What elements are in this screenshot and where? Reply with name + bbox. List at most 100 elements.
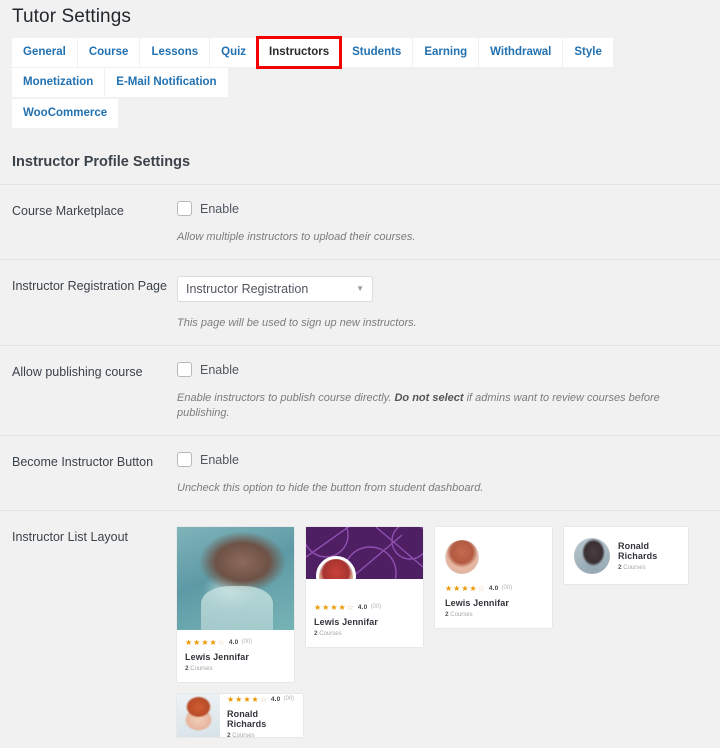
checkbox-label: Enable xyxy=(200,363,239,377)
rating-stars: ★ ★ ★ ★ ☆ 4.0 (00) xyxy=(227,695,297,704)
instructor-name: Ronald Richards xyxy=(618,541,678,561)
hint-part-before: Enable instructors to publish course dir… xyxy=(177,392,394,404)
card-info: Ronald Richards 2 Courses xyxy=(618,541,678,571)
star-empty-icon: ☆ xyxy=(478,585,485,593)
tab-label: General xyxy=(23,46,66,58)
instructor-courses: 2 Courses xyxy=(227,732,297,737)
tab-label: E-Mail Notification xyxy=(116,76,216,88)
setting-row-course-marketplace: Course Marketplace Enable Allow multiple… xyxy=(0,184,720,259)
tab-woocommerce[interactable]: WooCommerce xyxy=(12,99,118,128)
star-filled-icon: ★ xyxy=(201,639,208,647)
layout-card-horizontal-plain[interactable]: Ronald Richards 2 Courses xyxy=(564,527,688,584)
star-filled-icon: ★ xyxy=(243,696,250,704)
star-filled-icon: ★ xyxy=(470,585,477,593)
layout-card-avatar-top[interactable]: ★ ★ ★ ★ ☆ 4.0 (00) Lewis Jennifar 2 Cour… xyxy=(435,527,552,628)
layout-card-cover-vertical[interactable]: ★ ★ ★ ★ ☆ 4.0 (00) Lewis Jennifar 2 Cour… xyxy=(177,527,294,682)
rating-value: 4.0 xyxy=(489,584,499,593)
tab-label: Quiz xyxy=(221,46,246,58)
tab-course[interactable]: Course xyxy=(78,38,140,67)
layout-options-row-2: ★ ★ ★ ★ ☆ 4.0 (00) Ronald Richards 2 Cou… xyxy=(177,694,717,737)
setting-row-registration-page: Instructor Registration Page Instructor … xyxy=(0,259,720,345)
rating-value: 4.0 xyxy=(229,638,239,647)
courses-label: Courses xyxy=(449,612,473,618)
settings-tab-bar: General Course Lessons Quiz Instructors … xyxy=(0,30,700,128)
tab-students[interactable]: Students xyxy=(341,38,412,67)
star-filled-icon: ★ xyxy=(445,585,452,593)
settings-page: Tutor Settings General Course Lessons Qu… xyxy=(0,0,720,748)
layout-card-horizontal-rating[interactable]: ★ ★ ★ ★ ☆ 4.0 (00) Ronald Richards 2 Cou… xyxy=(177,694,303,737)
star-empty-icon: ☆ xyxy=(218,639,225,647)
tab-style[interactable]: Style xyxy=(563,38,613,67)
setting-field: Enable Uncheck this option to hide the b… xyxy=(169,452,710,496)
setting-row-list-layout: Instructor List Layout ★ ★ ★ ★ ☆ xyxy=(0,510,720,748)
star-filled-icon: ★ xyxy=(227,696,234,704)
setting-row-become-instructor: Become Instructor Button Enable Uncheck … xyxy=(0,435,720,510)
tab-earning[interactable]: Earning xyxy=(413,38,478,67)
setting-field: Instructor Registration ▼ This page will… xyxy=(169,276,710,331)
rating-stars: ★ ★ ★ ★ ☆ 4.0 (00) xyxy=(445,584,544,593)
tab-label: Earning xyxy=(424,46,467,58)
instructor-name: Lewis Jennifar xyxy=(314,617,415,627)
star-filled-icon: ★ xyxy=(235,696,242,704)
tab-label: Monetization xyxy=(23,76,93,88)
avatar-wrap xyxy=(435,527,552,578)
tab-quiz[interactable]: Quiz xyxy=(210,38,257,67)
rating-count: (00) xyxy=(502,584,513,593)
layout-card-purple-banner[interactable]: ★ ★ ★ ★ ☆ 4.0 (00) Lewis Jennifar 2 Cour… xyxy=(306,527,423,647)
star-filled-icon: ★ xyxy=(339,604,346,612)
tab-label: Withdrawal xyxy=(490,46,551,58)
setting-row-allow-publishing: Allow publishing course Enable Enable in… xyxy=(0,345,720,435)
registration-page-select[interactable]: Instructor Registration ▼ xyxy=(177,276,373,302)
avatar xyxy=(445,540,479,574)
tab-label: Style xyxy=(574,46,602,58)
rating-count: (00) xyxy=(284,695,295,704)
star-filled-icon: ★ xyxy=(252,696,259,704)
settings-rows: Course Marketplace Enable Allow multiple… xyxy=(0,184,720,748)
setting-field: Enable Enable instructors to publish cou… xyxy=(169,362,710,421)
instructor-courses: 2 Courses xyxy=(618,564,678,571)
allow-publishing-checkbox[interactable] xyxy=(177,362,192,377)
star-filled-icon: ★ xyxy=(330,604,337,612)
tab-lessons[interactable]: Lessons xyxy=(140,38,209,67)
instructor-name: Lewis Jennifar xyxy=(185,652,286,662)
rating-stars: ★ ★ ★ ★ ☆ 4.0 (00) xyxy=(314,603,415,612)
setting-label: Allow publishing course xyxy=(12,362,169,380)
tab-general[interactable]: General xyxy=(12,38,77,67)
star-filled-icon: ★ xyxy=(193,639,200,647)
instructor-cover-image xyxy=(177,527,294,630)
tab-label: Lessons xyxy=(151,46,198,58)
course-marketplace-checkbox[interactable] xyxy=(177,201,192,216)
tab-monetization[interactable]: Monetization xyxy=(12,68,104,97)
star-filled-icon: ★ xyxy=(314,604,321,612)
chevron-down-icon: ▼ xyxy=(356,285,364,293)
section-heading: Instructor Profile Settings xyxy=(0,128,720,184)
star-empty-icon: ☆ xyxy=(260,696,267,704)
become-instructor-checkline: Enable xyxy=(177,452,710,467)
rating-value: 4.0 xyxy=(271,695,281,704)
setting-label: Become Instructor Button xyxy=(12,452,169,470)
setting-field: Enable Allow multiple instructors to upl… xyxy=(169,201,710,245)
card-info: ★ ★ ★ ★ ☆ 4.0 (00) Lewis Jennifar 2 Cour… xyxy=(306,579,423,647)
rating-value: 4.0 xyxy=(358,603,368,612)
courses-label: Courses xyxy=(189,666,213,672)
tab-withdrawal[interactable]: Withdrawal xyxy=(479,38,562,67)
tab-email-notification[interactable]: E-Mail Notification xyxy=(105,68,227,97)
become-instructor-checkbox[interactable] xyxy=(177,452,192,467)
setting-hint: Enable instructors to publish course dir… xyxy=(177,391,710,421)
setting-hint: Uncheck this option to hide the button f… xyxy=(177,481,710,496)
rating-stars: ★ ★ ★ ★ ☆ 4.0 (00) xyxy=(185,638,286,647)
rating-count: (00) xyxy=(371,603,382,612)
star-empty-icon: ☆ xyxy=(347,604,354,612)
instructor-name: Lewis Jennifar xyxy=(445,598,544,608)
instructor-name: Ronald Richards xyxy=(227,709,297,729)
card-info: ★ ★ ★ ★ ☆ 4.0 (00) Lewis Jennifar 2 Cour… xyxy=(435,578,552,628)
setting-label: Course Marketplace xyxy=(12,201,169,219)
tab-label: WooCommerce xyxy=(23,107,107,119)
setting-label: Instructor Registration Page xyxy=(12,276,169,294)
star-filled-icon: ★ xyxy=(453,585,460,593)
courses-label: Courses xyxy=(231,733,255,737)
tab-instructors[interactable]: Instructors xyxy=(258,38,340,67)
courses-label: Courses xyxy=(318,631,342,637)
rating-count: (00) xyxy=(242,638,253,647)
layout-options-row: ★ ★ ★ ★ ☆ 4.0 (00) Lewis Jennifar 2 Cour… xyxy=(177,527,717,682)
